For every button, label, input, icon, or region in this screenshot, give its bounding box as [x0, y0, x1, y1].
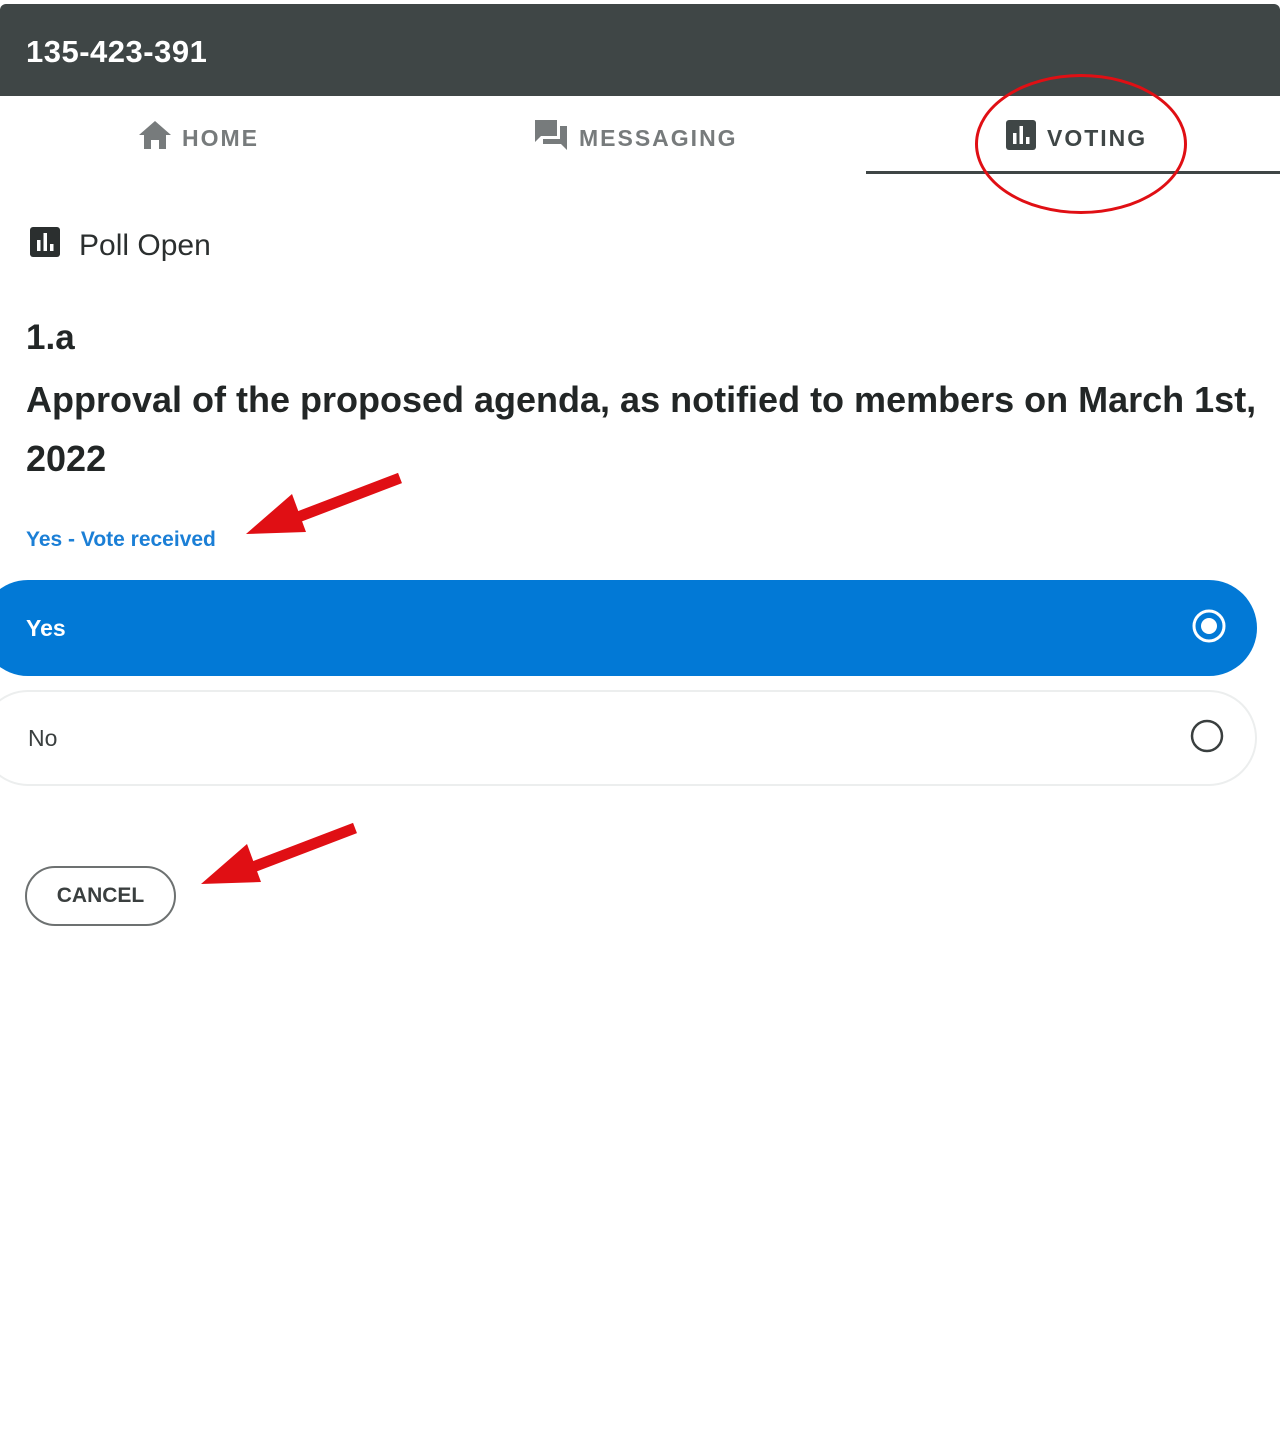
- question-number: 1.a: [26, 318, 75, 357]
- poll-status: Poll Open: [29, 226, 211, 266]
- chat-icon: [533, 118, 569, 158]
- home-icon: [138, 119, 172, 157]
- annotation-arrow: [246, 472, 402, 534]
- vote-status: Yes - Vote received: [26, 528, 216, 551]
- option-yes[interactable]: Yes: [0, 580, 1257, 676]
- tab-home-label: HOME: [182, 124, 259, 151]
- annotation-arrow: [201, 822, 357, 884]
- tab-messaging-label: MESSAGING: [579, 124, 738, 151]
- radio-unselected-icon: [1189, 718, 1225, 759]
- tab-home[interactable]: HOME: [138, 118, 259, 158]
- question-text: Approval of the proposed agenda, as noti…: [26, 379, 1257, 479]
- radio-selected-icon: [1191, 608, 1227, 649]
- option-no[interactable]: No: [0, 690, 1257, 786]
- cancel-button[interactable]: CANCEL: [25, 866, 176, 926]
- meeting-id: 135-423-391: [26, 34, 208, 69]
- poll-status-label: Poll Open: [79, 229, 211, 262]
- option-yes-label: Yes: [26, 614, 66, 641]
- option-no-label: No: [28, 724, 58, 751]
- annotation-circle: [975, 74, 1187, 214]
- poll-icon: [29, 226, 61, 266]
- tab-messaging[interactable]: MESSAGING: [533, 118, 738, 158]
